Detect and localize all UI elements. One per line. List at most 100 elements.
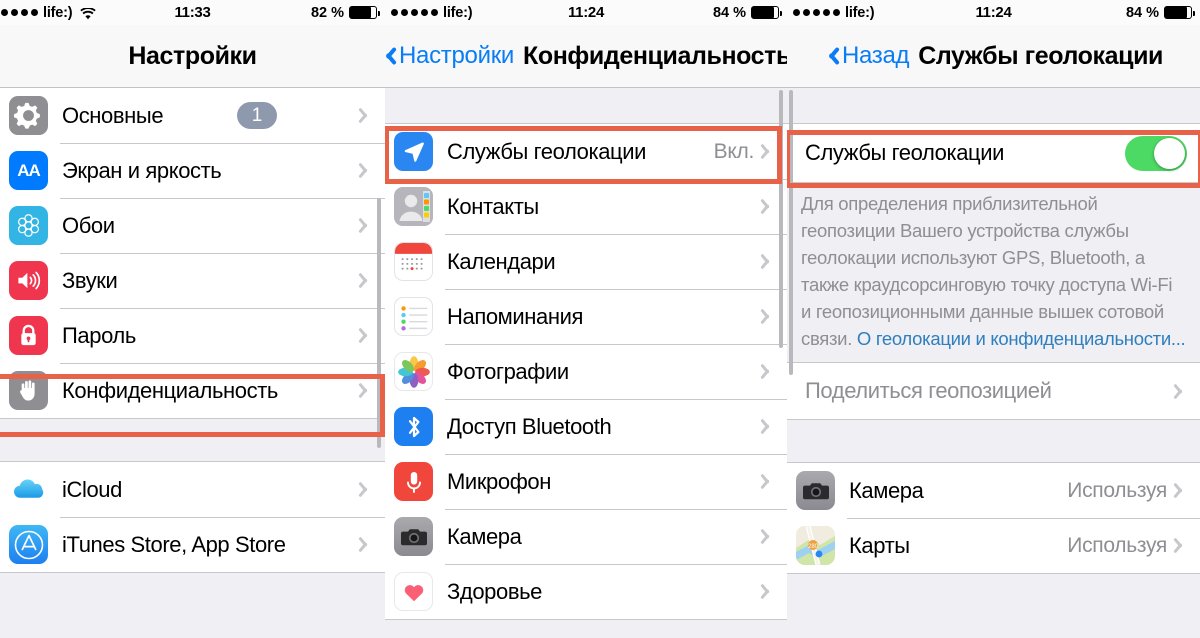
- privacy-row-location-services[interactable]: Службы геолокации Вкл.: [385, 124, 787, 179]
- navigation-bar: Назад Службы геолокации: [787, 25, 1200, 88]
- privacy-row-label: Календари: [447, 248, 556, 274]
- settings-row-display[interactable]: AA Экран и яркость: [0, 143, 385, 198]
- three-phone-screenshots: life:) 11:33 82 % Настройки Основные 1 A…: [0, 0, 1200, 638]
- settings-row-label: Конфиденциальность: [62, 377, 278, 403]
- settings-row-itunes-appstore[interactable]: iTunes Store, App Store: [0, 517, 385, 572]
- group-spacer-bottom: [0, 573, 385, 613]
- bluetooth-icon: [394, 407, 433, 446]
- privacy-row-label: Фотографии: [447, 358, 569, 384]
- privacy-row-label: Службы геолокации: [447, 138, 647, 164]
- group-spacer: [787, 420, 1200, 462]
- contacts-icon: [394, 187, 433, 226]
- privacy-row-calendars[interactable]: Календари: [385, 234, 787, 289]
- settings-row-label: iCloud: [62, 476, 122, 502]
- share-location-row[interactable]: Поделиться геопозицией: [787, 363, 1200, 419]
- location-services-toggle-row[interactable]: Службы геолокации: [787, 124, 1200, 182]
- privacy-list-scroller[interactable]: Службы геолокации Вкл. Контакты Календар: [385, 88, 787, 638]
- app-row-maps[interactable]: 280 Карты Используя: [787, 518, 1200, 573]
- settings-row-label: Звуки: [62, 267, 118, 293]
- health-heart-icon: [394, 572, 433, 611]
- settings-row-passcode[interactable]: Пароль: [0, 308, 385, 363]
- chevron-right-icon: [763, 142, 774, 161]
- app-row-label: Карты: [849, 532, 910, 558]
- battery-icon: [1164, 6, 1195, 19]
- scroll-indicator[interactable]: [779, 90, 783, 348]
- chevron-right-icon: [1176, 536, 1187, 555]
- privacy-learn-more-link[interactable]: О геолокации и конфиденциальности...: [857, 328, 1186, 349]
- chevron-right-icon: [361, 216, 372, 235]
- privacy-hand-icon: [9, 371, 48, 410]
- share-location-group: Поделиться геопозицией: [787, 362, 1200, 420]
- location-services-scroller[interactable]: Службы геолокации Для определения прибли…: [787, 88, 1200, 638]
- privacy-group: Службы геолокации Вкл. Контакты Календар: [385, 123, 787, 620]
- navigation-bar: Настройки Конфиденциальность: [385, 25, 787, 88]
- privacy-row-label: Контакты: [447, 193, 539, 219]
- privacy-row-contacts[interactable]: Контакты: [385, 179, 787, 234]
- chevron-right-icon: [361, 161, 372, 180]
- group-spacer: [0, 419, 385, 461]
- battery-icon: [349, 6, 380, 19]
- camera-icon: [796, 471, 835, 510]
- settings-list-scroller[interactable]: Основные 1 AA Экран и яркость Обои Звуки…: [0, 88, 385, 638]
- svg-text:280: 280: [808, 544, 819, 550]
- chevron-right-icon: [763, 362, 774, 381]
- chevron-right-icon: [763, 472, 774, 491]
- back-button[interactable]: Назад: [824, 42, 910, 70]
- scroll-indicator[interactable]: [377, 198, 381, 448]
- badge-count: 1: [237, 102, 278, 129]
- settings-group-accounts: iCloud iTunes Store, App Store: [0, 461, 385, 573]
- chevron-right-icon: [361, 381, 372, 400]
- privacy-row-health[interactable]: Здоровье: [385, 564, 787, 619]
- privacy-row-label: Микрофон: [447, 468, 551, 494]
- status-bar: life:) 11:24 84 %: [787, 0, 1200, 25]
- back-button[interactable]: Настройки: [385, 42, 514, 70]
- photos-icon: [394, 352, 433, 391]
- status-bar: life:) 11:24 84 %: [385, 0, 787, 25]
- camera-icon: [394, 517, 433, 556]
- privacy-row-camera[interactable]: Камера: [385, 509, 787, 564]
- location-toggle-group: Службы геолокации: [787, 123, 1200, 183]
- chevron-right-icon: [763, 527, 774, 546]
- chevron-right-icon: [361, 535, 372, 554]
- clock-label: 11:24: [975, 4, 1012, 21]
- share-location-label: Поделиться геопозицией: [805, 378, 1052, 403]
- battery-icon: [751, 6, 782, 19]
- chevron-right-icon: [1176, 382, 1187, 401]
- privacy-row-bluetooth[interactable]: Доступ Bluetooth: [385, 399, 787, 454]
- chevron-right-icon: [361, 480, 372, 499]
- privacy-row-microphone[interactable]: Микрофон: [385, 454, 787, 509]
- page-title: Службы геолокации: [918, 41, 1164, 70]
- back-button-label: Настройки: [399, 42, 514, 69]
- settings-row-privacy[interactable]: Конфиденциальность: [0, 363, 385, 418]
- status-bar: life:) 11:33 82 %: [0, 0, 385, 25]
- chevron-right-icon: [763, 582, 774, 601]
- app-row-value: Используя: [1067, 533, 1167, 557]
- app-row-camera[interactable]: Камера Используя: [787, 463, 1200, 518]
- location-services-label: Службы геолокации: [805, 140, 1005, 165]
- chevron-right-icon: [361, 106, 372, 125]
- gear-icon: [9, 96, 48, 135]
- privacy-row-photos[interactable]: Фотографии: [385, 344, 787, 399]
- settings-row-sounds[interactable]: Звуки: [0, 253, 385, 308]
- location-services-toggle[interactable]: [1125, 135, 1187, 171]
- privacy-row-label: Доступ Bluetooth: [447, 413, 612, 439]
- settings-row-wallpaper[interactable]: Обои: [0, 198, 385, 253]
- privacy-row-reminders[interactable]: Напоминания: [385, 289, 787, 344]
- sounds-icon: [9, 261, 48, 300]
- settings-row-label: iTunes Store, App Store: [62, 531, 286, 557]
- microphone-icon: [394, 462, 433, 501]
- phone-screen-settings: life:) 11:33 82 % Настройки Основные 1 A…: [0, 0, 385, 638]
- settings-row-label: Пароль: [62, 322, 136, 348]
- back-button-label: Назад: [841, 42, 910, 69]
- settings-row-icloud[interactable]: iCloud: [0, 462, 385, 517]
- lock-icon: [9, 316, 48, 355]
- settings-row-label: Основные: [62, 102, 164, 128]
- chevron-right-icon: [1176, 481, 1187, 500]
- settings-row-general[interactable]: Основные 1: [0, 88, 385, 143]
- privacy-row-label: Здоровье: [447, 578, 543, 604]
- chevron-left-icon: [824, 45, 837, 67]
- scroll-indicator[interactable]: [789, 90, 793, 375]
- maps-icon: 280: [796, 526, 835, 565]
- location-services-description: Для определения приблизительной геопозиц…: [787, 183, 1200, 362]
- display-brightness-icon: AA: [9, 151, 48, 190]
